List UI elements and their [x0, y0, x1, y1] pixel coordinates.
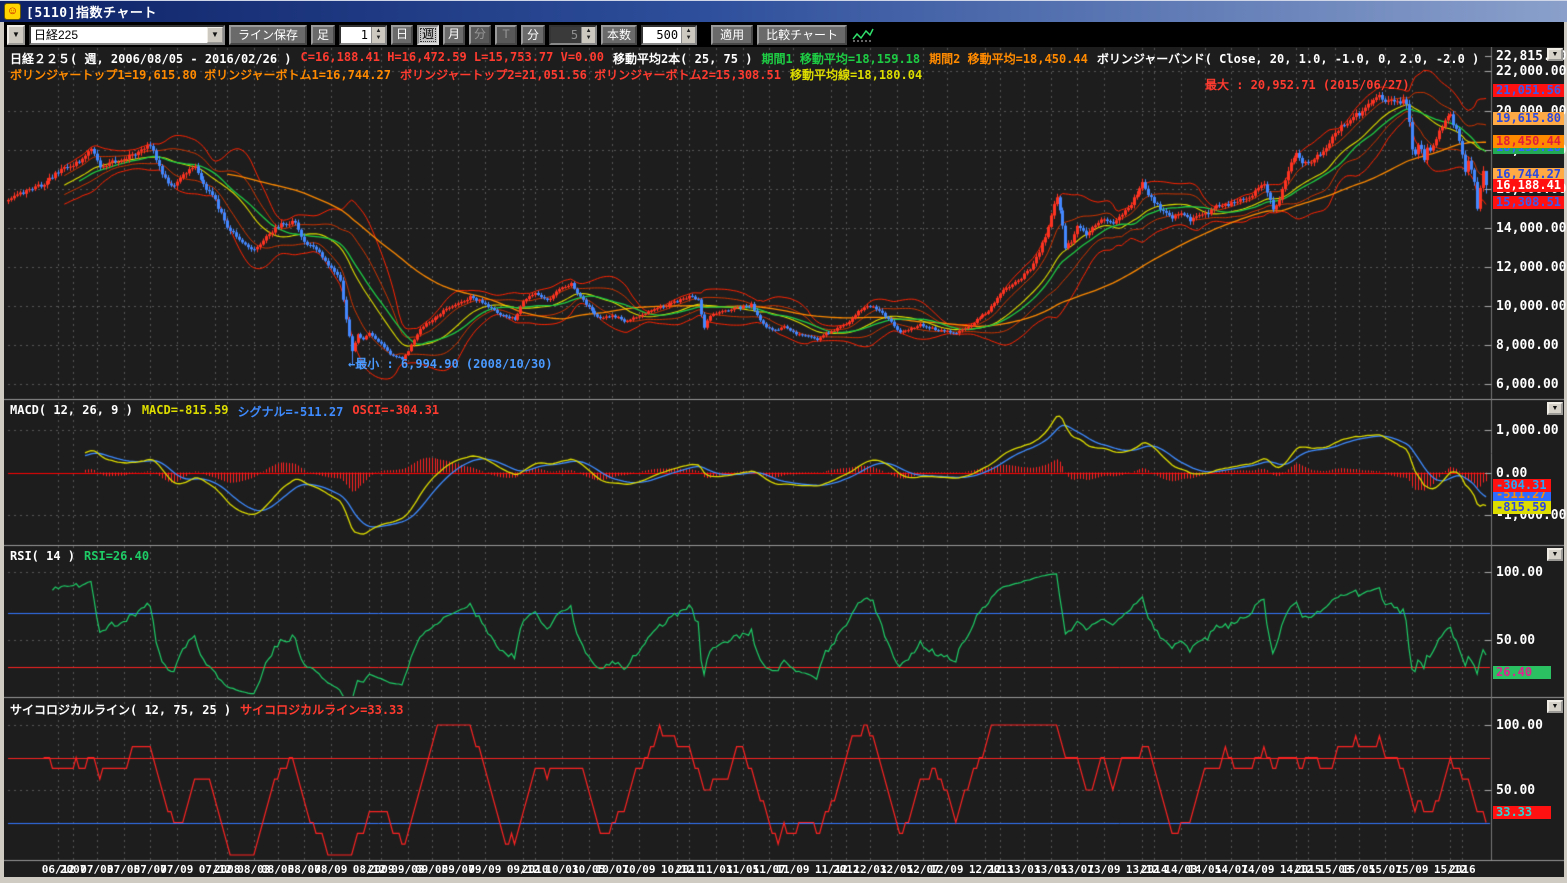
app-icon: ☺: [4, 3, 21, 20]
title-bar[interactable]: ☺ [5110]指数チャート: [0, 0, 1567, 22]
minute-label: 分: [521, 25, 545, 45]
line-chart-icon[interactable]: [851, 25, 875, 45]
apply-button[interactable]: 適用: [711, 25, 753, 45]
minute-value: 5: [551, 27, 581, 43]
chart-canvas[interactable]: [4, 47, 1564, 877]
window-border-left: [0, 22, 4, 883]
main-panel-dropdown-button[interactable]: ▼: [1547, 48, 1563, 61]
window-border-bottom: [0, 877, 1567, 883]
bar-value: 1: [341, 27, 371, 43]
minute-spinner[interactable]: 5 ▲▼: [549, 25, 597, 45]
app-window: ☺ [5110]指数チャート ▼ 日経225 ▼ ライン保存 足 1 ▲▼ 日 …: [0, 0, 1567, 883]
count-label: 本数: [601, 25, 637, 45]
period-minute-button[interactable]: 分: [469, 25, 491, 45]
period-month-button[interactable]: 月: [443, 25, 465, 45]
spinner-arrows-icon[interactable]: ▲▼: [581, 27, 595, 43]
count-value: 500: [643, 27, 681, 43]
spinner-arrows-icon[interactable]: ▲▼: [371, 27, 385, 43]
symbol-value: 日経225: [31, 27, 207, 43]
period-tick-button[interactable]: T: [495, 25, 517, 45]
bar-spinner[interactable]: 1 ▲▼: [339, 25, 387, 45]
count-spinner[interactable]: 500 ▲▼: [641, 25, 697, 45]
toolbar: ▼ 日経225 ▼ ライン保存 足 1 ▲▼ 日 週 月 分 T 分 5 ▲▼ …: [3, 22, 1564, 47]
macd-panel-dropdown-button[interactable]: ▼: [1547, 402, 1563, 415]
window-title: [5110]指数チャート: [26, 2, 157, 21]
period-week-button[interactable]: 週: [417, 25, 439, 45]
bar-label: 足: [311, 25, 335, 45]
rsi-panel-dropdown-button[interactable]: ▼: [1547, 548, 1563, 561]
dropdown-button[interactable]: ▼: [7, 25, 25, 45]
chevron-down-icon[interactable]: ▼: [207, 27, 223, 43]
symbol-combobox[interactable]: 日経225 ▼: [29, 25, 225, 45]
psych-panel-dropdown-button[interactable]: ▼: [1547, 700, 1563, 713]
period-day-button[interactable]: 日: [391, 25, 413, 45]
compare-chart-button[interactable]: 比較チャート: [757, 25, 847, 45]
spinner-arrows-icon[interactable]: ▲▼: [681, 27, 695, 43]
save-line-button[interactable]: ライン保存: [229, 25, 307, 45]
